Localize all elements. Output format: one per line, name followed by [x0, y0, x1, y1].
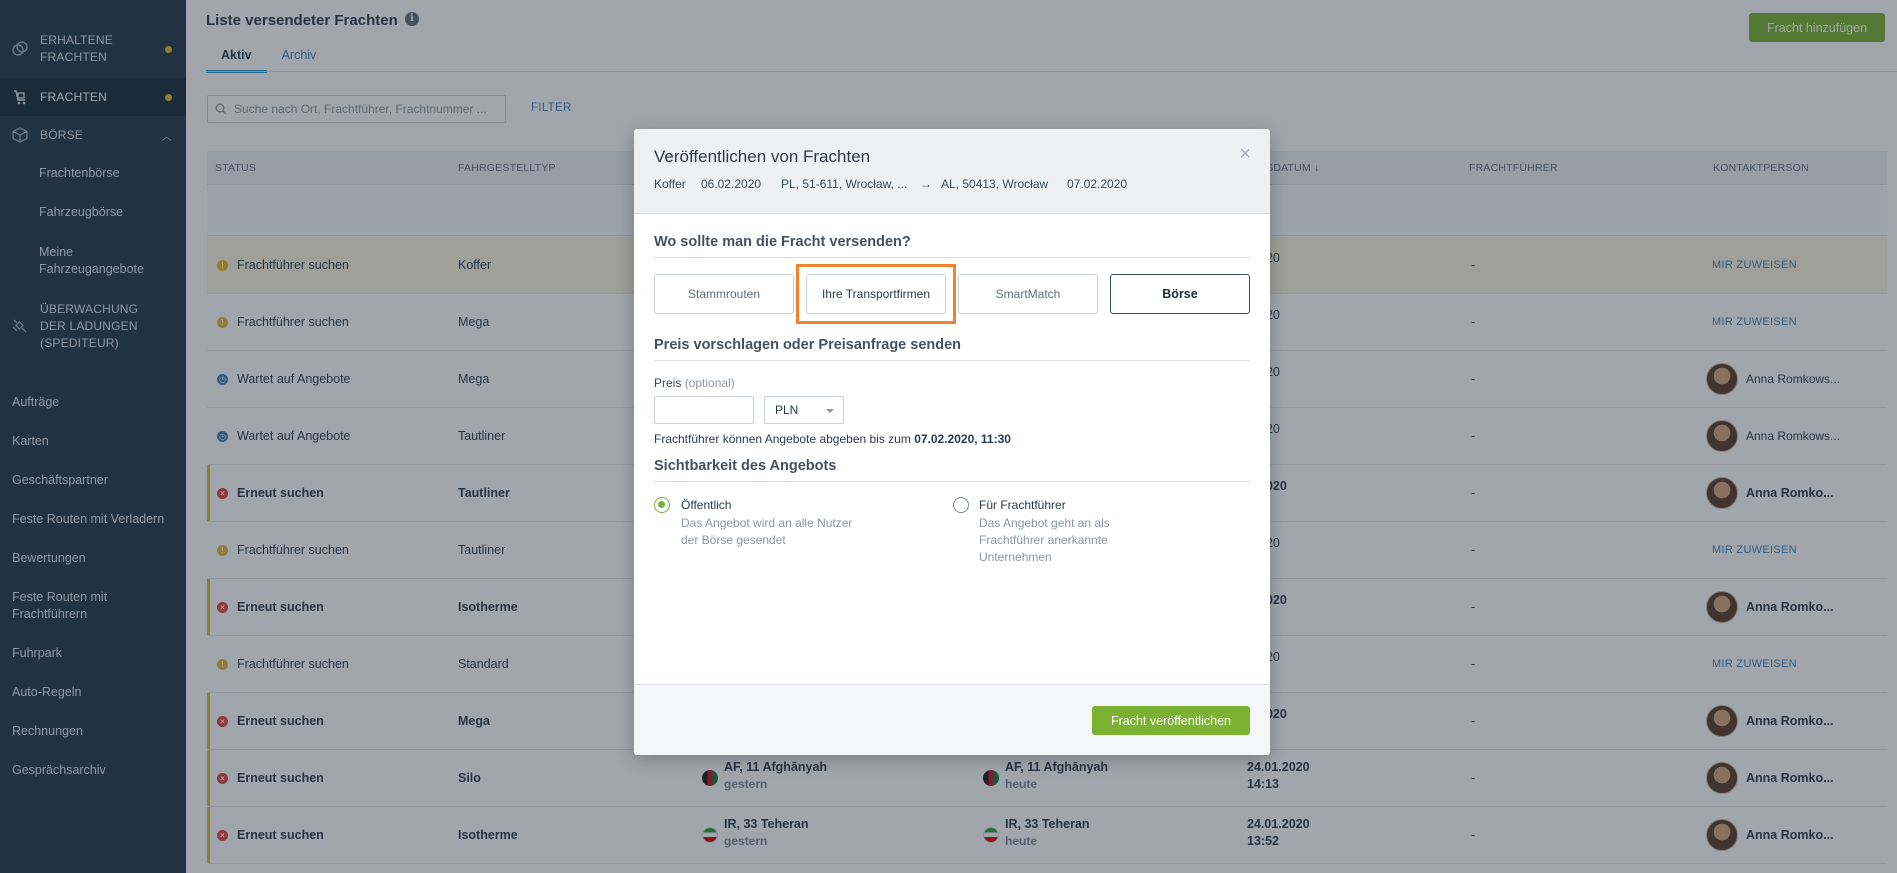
section-divider: [654, 481, 1250, 482]
carriers-radio-description: Das Angebot geht an als Frachtführer ane…: [979, 515, 1110, 566]
carriers-desc-line: Frachtführer anerkannte: [979, 533, 1108, 547]
public-desc-line: Das Angebot wird an alle Nutzer: [681, 516, 853, 530]
price-label-text: Preis: [654, 376, 682, 390]
option-exchange-button[interactable]: Börse: [1110, 274, 1250, 314]
deadline-value: 07.02.2020, 11:30: [914, 432, 1011, 446]
route-to: AL, 50413, Wrocław: [941, 177, 1049, 191]
section-divider: [654, 257, 1250, 258]
price-input[interactable]: [654, 396, 754, 424]
route-to-date: 07.02.2020: [1067, 177, 1128, 191]
option-regular-routes-button[interactable]: Stammrouten: [654, 274, 794, 314]
route-from-date: 06.02.2020: [701, 177, 762, 191]
chevron-down-icon: [826, 409, 834, 413]
section-divider: [654, 360, 1250, 361]
arrow-right-icon: →: [920, 177, 932, 191]
offer-deadline: Frachtführer können Angebote abgeben bis…: [654, 432, 1011, 446]
carriers-radio[interactable]: [953, 497, 969, 513]
deadline-text: Frachtführer können Angebote abgeben bis…: [654, 432, 911, 446]
public-desc-line: der Börse gesendet: [681, 533, 786, 547]
carriers-desc-line: Das Angebot geht an als: [979, 516, 1110, 530]
carriers-radio-label[interactable]: Für Frachtführer: [979, 498, 1066, 512]
public-radio[interactable]: [654, 497, 670, 513]
route-vehicle: Koffer: [654, 177, 686, 191]
dialog-header: Veröffentlichen von Frachten × Koffer 06…: [634, 129, 1270, 214]
dialog-footer: Fracht veröffentlichen: [634, 684, 1270, 755]
public-radio-description: Das Angebot wird an alle Nutzer der Börs…: [681, 515, 852, 549]
price-optional-text: (optional): [684, 376, 735, 390]
focus-highlight: [796, 264, 956, 324]
section-title-where: Wo sollte man die Fracht versenden?: [654, 234, 911, 250]
publish-freight-dialog: Veröffentlichen von Frachten × Koffer 06…: [634, 129, 1270, 755]
currency-select[interactable]: PLN: [764, 396, 844, 424]
section-title-price: Preis vorschlagen oder Preisanfrage send…: [654, 337, 962, 353]
option-smartmatch-button[interactable]: SmartMatch: [958, 274, 1098, 314]
public-radio-label[interactable]: Öffentlich: [681, 498, 731, 512]
publish-freight-button[interactable]: Fracht veröffentlichen: [1092, 706, 1250, 735]
close-icon[interactable]: ×: [1239, 143, 1251, 166]
carriers-desc-line: Unternehmen: [979, 550, 1052, 564]
currency-value: PLN: [775, 403, 799, 417]
price-label: Preis (optional): [654, 376, 735, 390]
section-title-visibility: Sichtbarkeit des Angebots: [654, 458, 837, 474]
dialog-title: Veröffentlichen von Frachten: [654, 147, 871, 166]
route-from: PL, 51-611, Wrocław, ...: [781, 177, 908, 191]
